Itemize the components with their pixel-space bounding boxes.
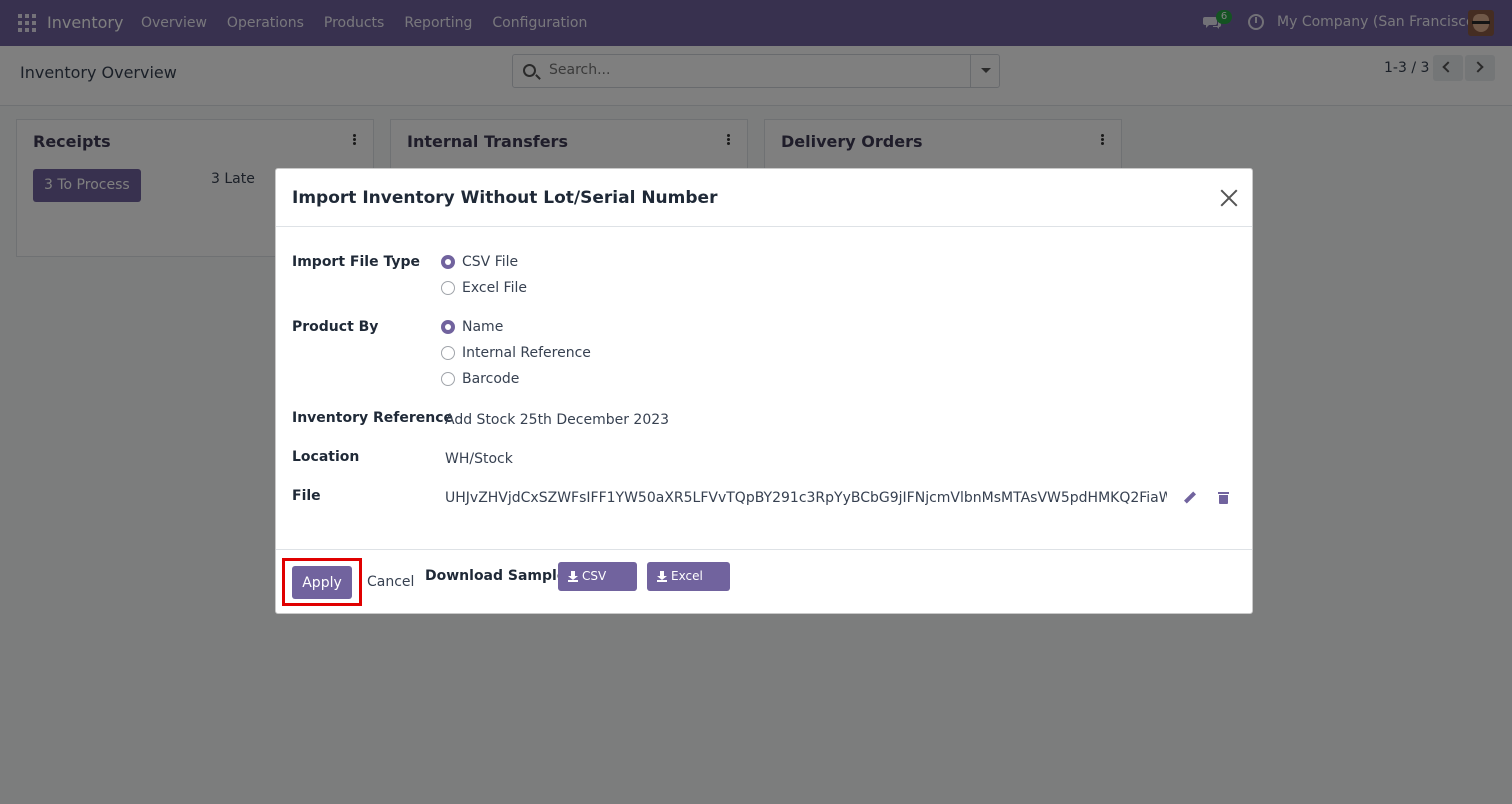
radio-label-excel[interactable]: Excel File (462, 280, 527, 296)
location-field[interactable]: WH/Stock (445, 451, 513, 467)
import-dialog: Import Inventory Without Lot/Serial Numb… (275, 168, 1253, 614)
inventory-ref-label: Inventory Reference (292, 410, 453, 426)
radio-internal-reference[interactable] (441, 346, 455, 360)
download-sample-label: Download Sample: (425, 568, 572, 584)
import-type-label: Import File Type (292, 254, 420, 270)
csv-button-label: CSV file (582, 569, 607, 612)
excel-button-label: Excel file (671, 569, 703, 612)
radio-label-internal-reference[interactable]: Internal Reference (462, 345, 591, 361)
product-by-label: Product By (292, 319, 379, 335)
download-icon (657, 571, 667, 582)
trash-icon[interactable] (1218, 492, 1229, 504)
radio-label-barcode[interactable]: Barcode (462, 371, 519, 387)
cancel-button[interactable]: Cancel (367, 574, 414, 590)
file-label: File (292, 488, 321, 504)
radio-barcode[interactable] (441, 372, 455, 386)
radio-excel-file[interactable] (441, 281, 455, 295)
inventory-ref-field[interactable]: Add Stock 25th December 2023 (445, 412, 669, 428)
apply-button[interactable]: Apply (292, 566, 352, 599)
location-label: Location (292, 449, 360, 465)
file-field[interactable]: UHJvZHVjdCxSZWFsIFF1YW50aXR5LFVvTQpBY291… (445, 490, 1167, 506)
download-excel-button[interactable]: Excel file (647, 562, 730, 612)
radio-name[interactable] (441, 320, 455, 334)
radio-csv-file[interactable] (441, 255, 455, 269)
dialog-footer: Apply Cancel Download Sample: CSV file E… (276, 549, 1252, 615)
pencil-icon[interactable] (1184, 492, 1196, 504)
dialog-title: Import Inventory Without Lot/Serial Numb… (292, 188, 718, 208)
download-icon (568, 571, 578, 582)
close-icon[interactable] (1220, 189, 1238, 207)
download-csv-button[interactable]: CSV file (558, 562, 637, 612)
radio-label-csv[interactable]: CSV File (462, 254, 518, 270)
dialog-header: Import Inventory Without Lot/Serial Numb… (276, 169, 1252, 227)
radio-label-name[interactable]: Name (462, 319, 503, 335)
